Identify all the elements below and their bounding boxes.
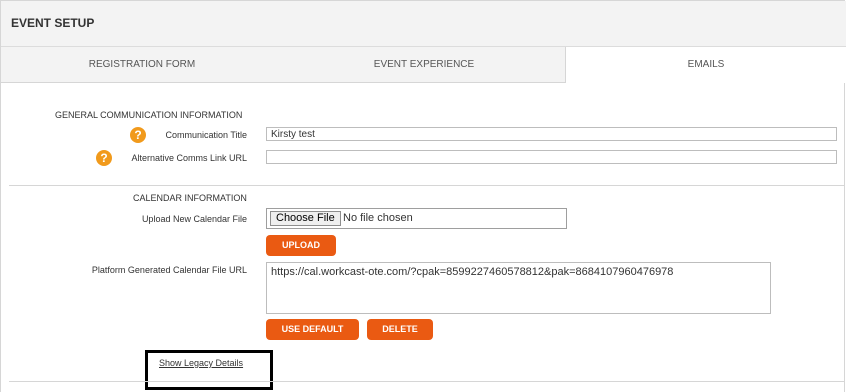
upload-button[interactable]: UPLOAD — [266, 235, 336, 256]
calendar-file-input[interactable]: Choose File No file chosen — [266, 208, 567, 229]
show-legacy-details-link[interactable]: Show Legacy Details — [159, 358, 243, 368]
tab-event-experience[interactable]: EVENT EXPERIENCE — [283, 47, 565, 83]
page-title: EVENT SETUP — [11, 16, 95, 30]
platform-calendar-url-label: Platform Generated Calendar File URL — [91, 265, 247, 275]
alt-comms-link-label: Alternative Comms Link URL — [131, 153, 247, 163]
delete-button[interactable]: DELETE — [367, 319, 433, 340]
communication-title-label: Communication Title — [165, 130, 247, 140]
help-icon[interactable]: ? — [96, 150, 112, 166]
tab-bar: REGISTRATION FORM EVENT EXPERIENCE EMAIL… — [1, 47, 846, 83]
platform-calendar-url-textarea[interactable]: https://cal.workcast-ote.com/?cpak=85992… — [266, 262, 771, 314]
alt-comms-link-input[interactable] — [266, 150, 837, 164]
choose-file-button[interactable]: Choose File — [270, 211, 341, 226]
general-section-heading: GENERAL COMMUNICATION INFORMATION — [55, 110, 243, 120]
section-divider — [9, 185, 844, 186]
legacy-highlight-box — [145, 350, 273, 390]
tab-emails[interactable]: EMAILS — [565, 47, 846, 83]
help-icon[interactable]: ? — [130, 127, 146, 143]
calendar-section-heading: CALENDAR INFORMATION — [133, 193, 247, 203]
upload-calendar-label: Upload New Calendar File — [141, 214, 247, 224]
event-setup-panel: EVENT SETUP REGISTRATION FORM EVENT EXPE… — [0, 0, 846, 392]
tab-registration-form[interactable]: REGISTRATION FORM — [1, 47, 283, 83]
no-file-chosen-text: No file chosen — [343, 212, 413, 224]
section-divider-bottom — [9, 381, 844, 382]
panel-header: EVENT SETUP — [1, 1, 846, 47]
use-default-button[interactable]: USE DEFAULT — [266, 319, 359, 340]
communication-title-input[interactable] — [266, 127, 837, 141]
